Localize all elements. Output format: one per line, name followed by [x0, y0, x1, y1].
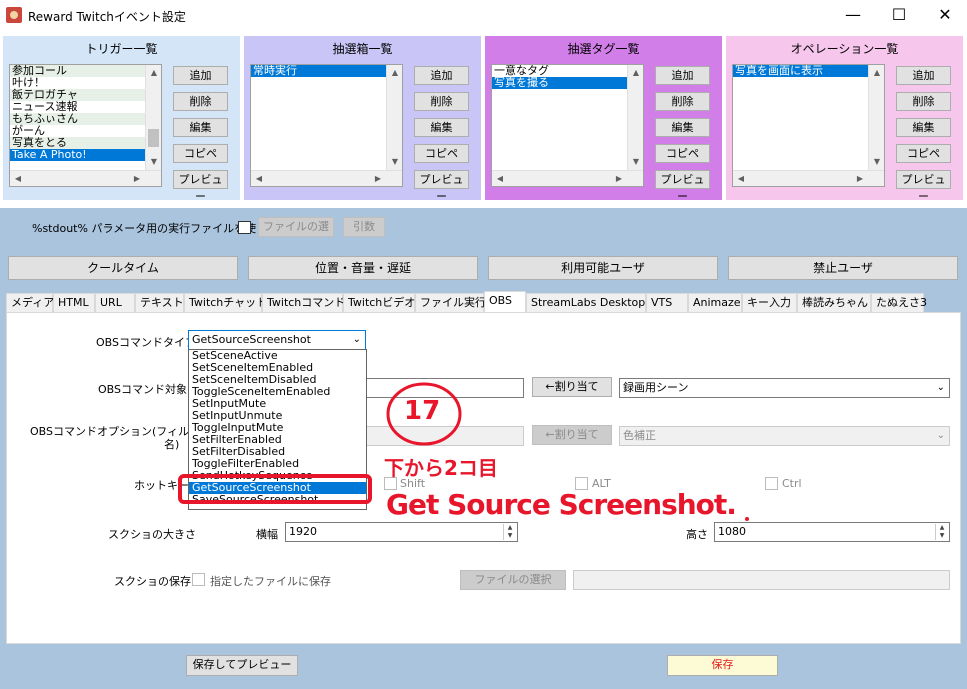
annotation-dot: [745, 517, 749, 521]
annotation-overlay: [178, 382, 749, 521]
annotation-note-1: 下から2コ目: [384, 456, 498, 480]
annotation-highlight-box: [178, 474, 372, 504]
annotation-number: 17: [404, 396, 441, 426]
main-window: Reward Twitchイベント設定 — ☐ ✕ トリガー一覧 参加コール 叶け！…: [0, 0, 967, 689]
annotation-note-2: Get Source Screenshot.: [386, 488, 737, 521]
